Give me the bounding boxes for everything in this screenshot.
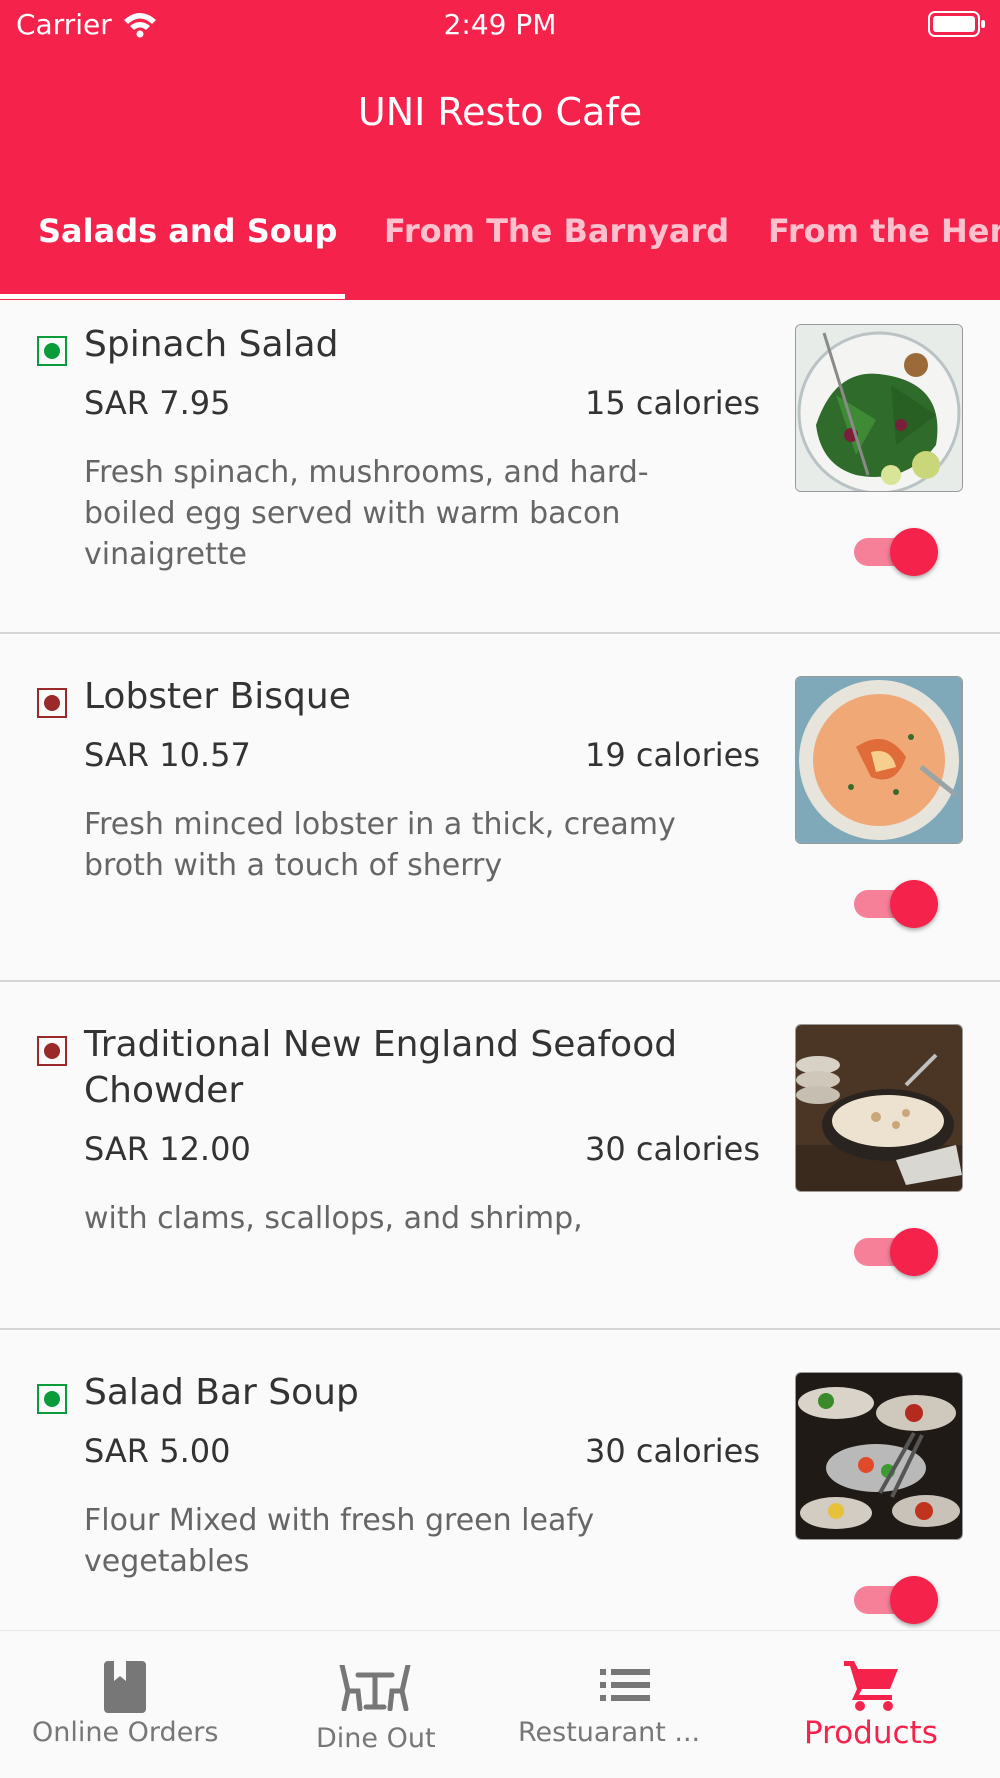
- list-item[interactable]: Traditional New England Seafood Chowder …: [0, 982, 1000, 1330]
- veg-indicator-icon: [37, 1384, 67, 1414]
- item-photo: [795, 1372, 963, 1540]
- item-name: Salad Bar Soup: [84, 1372, 359, 1413]
- nav-dine-out[interactable]: Dine Out: [250, 1631, 500, 1778]
- list-item[interactable]: Spinach Salad SAR 7.95 15 calories Fresh…: [0, 300, 1000, 634]
- battery-icon: [928, 11, 985, 37]
- list-icon: [600, 1669, 650, 1701]
- tab-indicator: [0, 294, 345, 299]
- item-description: Fresh spinach, mushrooms, and hard-boile…: [84, 455, 649, 572]
- availability-toggle[interactable]: [852, 1574, 940, 1624]
- list-item[interactable]: Lobster Bisque SAR 10.57 19 calories Fre…: [0, 634, 1000, 982]
- list-item[interactable]: Salad Bar Soup SAR 5.00 30 calories Flou…: [0, 1330, 1000, 1676]
- item-name: Spinach Salad: [84, 324, 339, 365]
- nav-label: Online Orders: [32, 1717, 219, 1748]
- nav-label: Products: [804, 1715, 938, 1751]
- non-veg-indicator-icon: [37, 688, 67, 718]
- nav-label: Restuarant ...: [518, 1717, 701, 1748]
- nav-products[interactable]: Products: [750, 1631, 1000, 1778]
- item-description: Fresh minced lobster in a thick, creamy …: [84, 807, 676, 883]
- bottom-navigation: Online Orders Dine Out Restuarant ... Pr…: [0, 1630, 1000, 1778]
- non-veg-indicator-icon: [37, 1036, 67, 1066]
- status-bar: Carrier 2:49 PM: [0, 0, 1000, 52]
- nav-online-orders[interactable]: Online Orders: [0, 1631, 250, 1778]
- status-time: 2:49 PM: [443, 8, 557, 41]
- tab-from-the-hen-house[interactable]: From the Hen H: [768, 212, 1000, 250]
- item-price: SAR 10.57: [84, 736, 251, 774]
- availability-toggle[interactable]: [852, 526, 940, 576]
- cart-icon: [844, 1661, 898, 1711]
- availability-toggle[interactable]: [852, 1226, 940, 1276]
- table-chairs-icon: [339, 1665, 411, 1711]
- availability-toggle[interactable]: [852, 878, 940, 928]
- book-icon: [104, 1661, 146, 1713]
- item-description: with clams, scallops, and shrimp,: [84, 1201, 583, 1236]
- app-root: Carrier 2:49 PM UNI Resto Cafe Salads an…: [0, 0, 1000, 1778]
- nav-label: Dine Out: [316, 1723, 436, 1754]
- item-name: Lobster Bisque: [84, 676, 351, 717]
- tab-salads-and-soup[interactable]: Salads and Soup: [38, 212, 337, 250]
- item-price: SAR 7.95: [84, 384, 231, 422]
- nav-restaurant[interactable]: Restuarant ...: [500, 1631, 750, 1778]
- tab-from-the-barnyard[interactable]: From The Barnyard: [384, 212, 729, 250]
- item-calories: 19 calories: [585, 736, 760, 774]
- item-description: Flour Mixed with fresh green leafy veget…: [84, 1503, 595, 1579]
- item-price: SAR 5.00: [84, 1432, 231, 1470]
- item-calories: 15 calories: [585, 384, 760, 422]
- item-name: Traditional New England Seafood Chowder: [84, 1024, 678, 1111]
- category-tabs: Salads and Soup From The Barnyard From t…: [0, 212, 1000, 300]
- item-calories: 30 calories: [585, 1432, 760, 1470]
- page-title: UNI Resto Cafe: [357, 90, 643, 134]
- item-price: SAR 12.00: [84, 1130, 251, 1168]
- item-photo: [795, 676, 963, 844]
- veg-indicator-icon: [37, 336, 67, 366]
- item-calories: 30 calories: [585, 1130, 760, 1168]
- app-header: Carrier 2:49 PM UNI Resto Cafe Salads an…: [0, 0, 1000, 300]
- item-photo: [795, 1024, 963, 1192]
- item-photo: [795, 324, 963, 492]
